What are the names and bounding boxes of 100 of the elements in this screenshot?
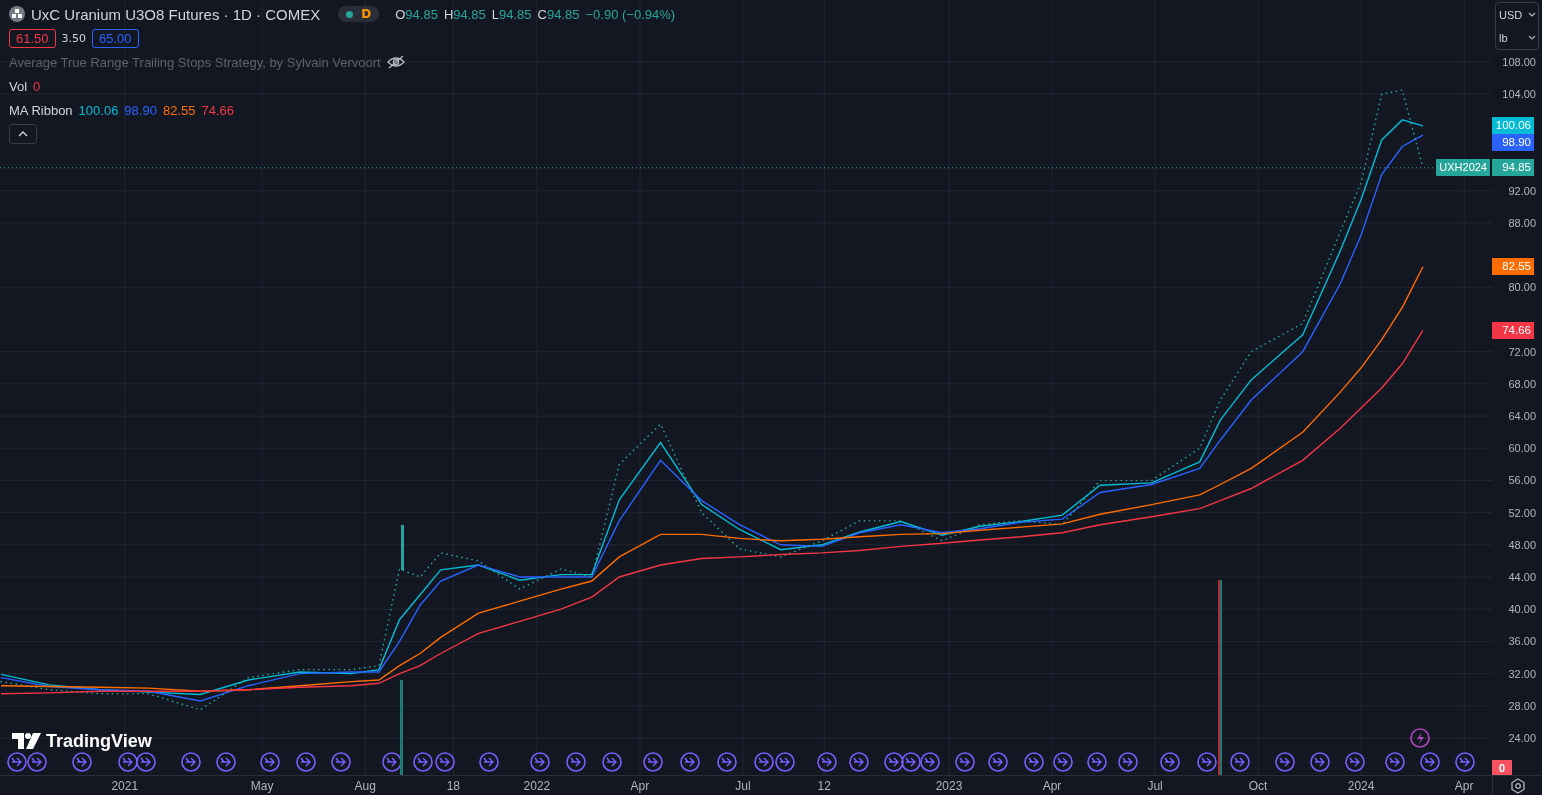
ohlc-value: 94.85 xyxy=(453,6,486,22)
symbol-price-tag: UXH2024 xyxy=(1436,159,1490,177)
event-icon[interactable] xyxy=(1197,752,1217,772)
event-icon[interactable] xyxy=(1118,752,1138,772)
ohlc-label: C xyxy=(537,6,547,22)
event-icon[interactable] xyxy=(1230,752,1250,772)
currency-dropdown[interactable]: USD xyxy=(1496,3,1538,26)
indicator-value: 82.55 xyxy=(162,102,196,118)
eye-off-icon[interactable] xyxy=(386,55,405,69)
indicator-name[interactable]: Vol xyxy=(9,78,28,94)
event-icon[interactable] xyxy=(118,752,138,772)
chevron-icon xyxy=(18,131,28,137)
time-tick-label: 2024 xyxy=(1347,779,1375,793)
event-icon[interactable] xyxy=(1420,752,1440,772)
lightning-icon[interactable] xyxy=(1410,728,1430,748)
event-icon[interactable] xyxy=(479,752,499,772)
price-tick-label: 72.00 xyxy=(1508,344,1536,360)
indicator-name[interactable]: MA Ribbon xyxy=(9,102,73,118)
event-icon[interactable] xyxy=(1310,752,1330,772)
event-icon[interactable] xyxy=(216,752,236,772)
time-tick-label: 18 xyxy=(446,779,460,793)
event-icon[interactable] xyxy=(435,752,455,772)
market-status-badge[interactable]: D xyxy=(338,6,380,22)
status-letter: D xyxy=(361,7,372,21)
event-icon[interactable] xyxy=(136,752,156,772)
price-candle xyxy=(401,525,404,570)
symbol-logo-icon xyxy=(9,6,25,22)
event-icon[interactable] xyxy=(1160,752,1180,772)
price-tick-label: 24.00 xyxy=(1508,730,1536,746)
event-icon[interactable] xyxy=(566,752,586,772)
event-icon[interactable] xyxy=(754,752,774,772)
indicator-value: 100.06 xyxy=(78,102,119,118)
event-icon[interactable] xyxy=(849,752,869,772)
event-icon[interactable] xyxy=(817,752,837,772)
price-tick-label: 52.00 xyxy=(1508,505,1536,521)
ohlc-value: 94.85 xyxy=(547,6,580,22)
event-icon[interactable] xyxy=(643,752,663,772)
price-tick-label: 40.00 xyxy=(1508,602,1536,618)
price-label: 74.66 xyxy=(1492,321,1534,339)
price-tick-label: 48.00 xyxy=(1508,537,1536,553)
event-icon[interactable] xyxy=(530,752,550,772)
price-tick-label: 104.00 xyxy=(1502,87,1536,103)
event-icon[interactable] xyxy=(1385,752,1405,772)
event-icon[interactable] xyxy=(1275,752,1295,772)
strategy-input-value[interactable]: 61.50 xyxy=(9,28,56,48)
price-tick-label: 44.00 xyxy=(1508,570,1536,585)
symbol-title[interactable]: UxC Uranium U3O8 Futures · 1D · COMEX xyxy=(31,5,321,23)
event-icon[interactable] xyxy=(955,752,975,772)
event-icon[interactable] xyxy=(382,752,402,772)
price-tick-label: 64.00 xyxy=(1508,409,1536,425)
time-tick-label: Apr xyxy=(1454,779,1474,793)
event-icon[interactable] xyxy=(901,752,921,772)
price-tick-label: 80.00 xyxy=(1508,280,1536,296)
time-tick-label: Jul xyxy=(1147,779,1163,793)
event-icon[interactable] xyxy=(1345,752,1365,772)
event-icon[interactable] xyxy=(1053,752,1073,772)
ohlc-value: 94.85 xyxy=(405,6,438,22)
event-icon[interactable] xyxy=(413,752,433,772)
event-icon[interactable] xyxy=(181,752,201,772)
event-icon[interactable] xyxy=(717,752,737,772)
unit-dropdown[interactable]: lb xyxy=(1496,26,1538,49)
logo-icon xyxy=(12,733,42,749)
event-icon[interactable] xyxy=(884,752,904,772)
event-icon[interactable] xyxy=(1087,752,1107,772)
event-icon[interactable] xyxy=(27,752,47,772)
event-icon[interactable] xyxy=(260,752,280,772)
price-tick-label: 56.00 xyxy=(1508,473,1536,489)
ohlc-label: O xyxy=(395,6,406,22)
event-icon[interactable] xyxy=(775,752,795,772)
strategy-input-value: 3.50 xyxy=(61,31,87,45)
volume-label: 0 xyxy=(1492,760,1512,775)
indicator-value: 0 xyxy=(33,78,41,94)
price-tick-label: 28.00 xyxy=(1508,698,1536,714)
price-label: 94.85 xyxy=(1492,159,1534,177)
event-icon[interactable] xyxy=(680,752,700,772)
ohlc-value: 94.85 xyxy=(499,6,532,22)
indicator-value: 98.90 xyxy=(124,102,157,118)
price-tick-label: 36.00 xyxy=(1508,634,1536,650)
event-icon[interactable] xyxy=(296,752,316,772)
event-icon[interactable] xyxy=(988,752,1008,772)
event-icon[interactable] xyxy=(72,752,92,772)
settings-icon[interactable] xyxy=(1509,777,1526,794)
event-icon[interactable] xyxy=(7,752,27,772)
event-icon[interactable] xyxy=(331,752,351,772)
price-label: 82.55 xyxy=(1492,258,1534,276)
event-icon[interactable] xyxy=(920,752,940,772)
brand-name: TradingView xyxy=(46,731,152,751)
collapse-button[interactable] xyxy=(9,124,37,144)
event-icon[interactable] xyxy=(1024,752,1044,772)
price-tick-label: 68.00 xyxy=(1508,376,1536,392)
strategy-input-value[interactable]: 65.00 xyxy=(92,28,139,48)
caret-icon xyxy=(1528,12,1536,17)
time-tick-label: Apr xyxy=(1042,779,1062,793)
caret-icon xyxy=(1528,35,1536,40)
time-tick-label: Apr xyxy=(630,779,650,793)
time-tick-label: 2023 xyxy=(935,779,963,793)
event-icon[interactable] xyxy=(1455,752,1475,772)
price-tick-label: 60.00 xyxy=(1508,441,1536,457)
event-icon[interactable] xyxy=(602,752,622,772)
time-tick-label: 2022 xyxy=(523,779,551,793)
